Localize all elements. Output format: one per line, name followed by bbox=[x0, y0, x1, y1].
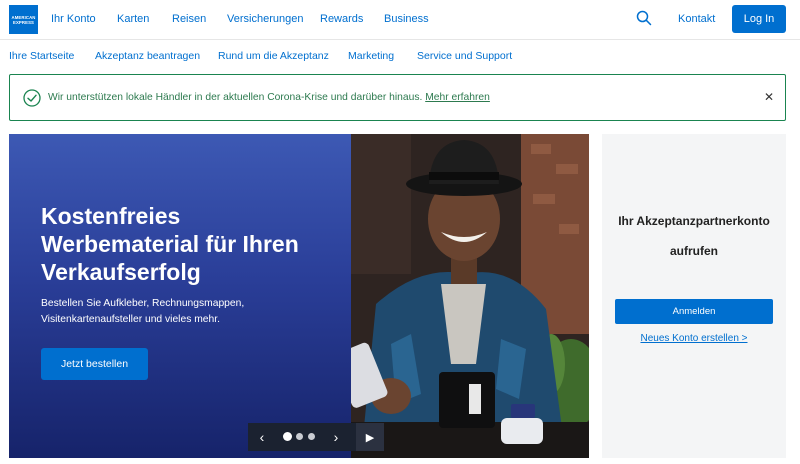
alert-more-link[interactable]: Mehr erfahren bbox=[425, 92, 490, 103]
hero-banner: Kostenfreies Werbematerial für Ihren Ver… bbox=[9, 134, 589, 458]
order-now-button[interactable]: Jetzt bestellen bbox=[41, 348, 148, 380]
subnav-item-rund-um-akzeptanz[interactable]: Rund um die Akzeptanz bbox=[218, 50, 329, 62]
nav-item-business[interactable]: Business bbox=[384, 13, 429, 25]
alert-text: Wir unterstützen lokale Händler in der a… bbox=[48, 92, 423, 103]
search-icon[interactable] bbox=[636, 10, 652, 26]
hero-subtitle: Bestellen Sie Aufkleber, Rechnungsmappen… bbox=[41, 298, 245, 325]
logo-text-line2: EXPRESS bbox=[13, 19, 34, 25]
hero-title: Kostenfreies Werbematerial für Ihren Ver… bbox=[41, 203, 299, 285]
carousel-dot-3[interactable] bbox=[308, 433, 315, 440]
panel-title: Ihr Akzeptanzpartnerkonto aufrufen bbox=[618, 214, 770, 258]
account-login-panel: Ihr Akzeptanzpartnerkonto aufrufen Anmel… bbox=[602, 134, 786, 458]
subnav-item-service-support[interactable]: Service und Support bbox=[417, 50, 512, 62]
carousel-controls: ‹ › ▶ bbox=[248, 423, 384, 451]
carousel-dot-2[interactable] bbox=[296, 433, 303, 440]
subnav-item-marketing[interactable]: Marketing bbox=[348, 50, 394, 62]
alert-message: Wir unterstützen lokale Händler in der a… bbox=[48, 92, 490, 103]
carousel-dot-1[interactable] bbox=[283, 432, 292, 441]
nav-item-versicherungen[interactable]: Versicherungen bbox=[227, 13, 303, 25]
check-circle-icon bbox=[23, 89, 41, 107]
sign-in-button[interactable]: Anmelden bbox=[615, 299, 773, 324]
subnav-item-akzeptanz-beantragen[interactable]: Akzeptanz beantragen bbox=[95, 50, 200, 62]
close-icon[interactable]: ✕ bbox=[764, 90, 776, 104]
top-navigation: AMERICAN EXPRESS Ihr Konto Karten Reisen… bbox=[0, 0, 800, 40]
chevron-left-icon[interactable]: ‹ bbox=[254, 423, 270, 451]
nav-item-karten[interactable]: Karten bbox=[117, 13, 149, 25]
login-button[interactable]: Log In bbox=[732, 5, 786, 33]
nav-item-rewards[interactable]: Rewards bbox=[320, 13, 363, 25]
play-icon[interactable]: ▶ bbox=[356, 423, 384, 451]
nav-item-ihr-konto[interactable]: Ihr Konto bbox=[51, 13, 96, 25]
subnav-item-startseite[interactable]: Ihre Startseite bbox=[9, 50, 74, 62]
hero-photo bbox=[351, 134, 589, 458]
nav-item-reisen[interactable]: Reisen bbox=[172, 13, 206, 25]
create-account-link[interactable]: Neues Konto erstellen > bbox=[602, 333, 786, 344]
contact-link[interactable]: Kontakt bbox=[678, 13, 715, 25]
amex-logo[interactable]: AMERICAN EXPRESS bbox=[9, 5, 38, 34]
info-alert-banner: Wir unterstützen lokale Händler in der a… bbox=[9, 74, 786, 121]
chevron-right-icon[interactable]: › bbox=[328, 423, 344, 451]
